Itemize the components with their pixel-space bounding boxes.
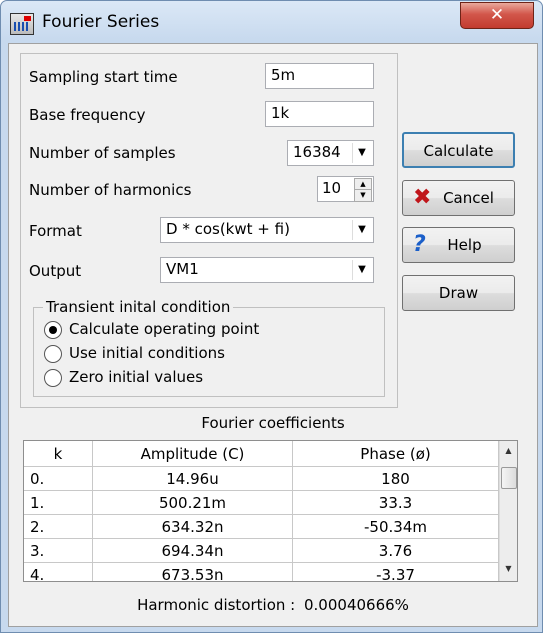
calculate-button[interactable]: Calculate bbox=[402, 132, 515, 168]
fourier-app-icon bbox=[10, 13, 34, 35]
cell-k: 0. bbox=[24, 466, 93, 491]
chevron-down-icon[interactable]: ▼ bbox=[352, 260, 371, 280]
sampling-start-input[interactable]: 5m bbox=[265, 63, 374, 89]
column-header-k: k bbox=[24, 441, 93, 467]
output-label: Output bbox=[29, 262, 82, 280]
harmonic-distortion-label: Harmonic distortion : bbox=[137, 596, 296, 614]
coefficients-table[interactable]: k Amplitude (C) Phase (ø) 0. 14.96u 180 … bbox=[23, 440, 518, 582]
help-button[interactable]: ? Help bbox=[402, 227, 515, 263]
table-row[interactable]: 4. 673.53n -3.37 bbox=[24, 562, 499, 581]
cell-amplitude: 673.53n bbox=[92, 562, 293, 581]
cancel-button[interactable]: ✖ Cancel bbox=[402, 180, 515, 216]
scroll-thumb[interactable] bbox=[501, 467, 517, 489]
number-of-samples-label: Number of samples bbox=[29, 144, 176, 162]
cell-phase: -3.37 bbox=[292, 562, 499, 581]
cell-amplitude: 694.34n bbox=[92, 538, 293, 563]
spin-down-icon[interactable]: ▼ bbox=[354, 189, 372, 202]
transient-condition-legend: Transient inital condition bbox=[43, 298, 234, 316]
cell-k: 1. bbox=[24, 490, 93, 515]
dialog-body: Sampling start time 5m Base frequency 1k… bbox=[8, 43, 538, 627]
cell-k: 3. bbox=[24, 538, 93, 563]
table-row[interactable]: 3. 694.34n 3.76 bbox=[24, 538, 499, 563]
cell-amplitude: 634.32n bbox=[92, 514, 293, 539]
output-value: VM1 bbox=[166, 260, 199, 278]
cell-phase: -50.34m bbox=[292, 514, 499, 539]
table-row[interactable]: 2. 634.32n -50.34m bbox=[24, 514, 499, 539]
cell-k: 2. bbox=[24, 514, 93, 539]
number-of-harmonics-stepper[interactable]: 10 ▲ ▼ bbox=[317, 176, 374, 202]
coefficients-title: Fourier coefficients bbox=[201, 414, 345, 432]
cell-k: 4. bbox=[24, 562, 93, 581]
chevron-down-icon[interactable]: ▼ bbox=[352, 220, 371, 240]
draw-button[interactable]: Draw bbox=[402, 275, 515, 311]
output-select[interactable]: VM1 ▼ bbox=[160, 257, 374, 283]
scroll-up-icon[interactable]: ▲ bbox=[500, 443, 517, 459]
window-title: Fourier Series bbox=[42, 12, 160, 32]
radio-circle bbox=[44, 321, 62, 339]
column-header-amplitude: Amplitude (C) bbox=[92, 441, 293, 467]
number-of-samples-value: 16384 bbox=[293, 143, 341, 161]
cell-phase: 33.3 bbox=[292, 490, 499, 515]
number-of-harmonics-label: Number of harmonics bbox=[29, 181, 192, 199]
column-header-phase: Phase (ø) bbox=[292, 441, 499, 467]
radio-circle bbox=[44, 369, 62, 387]
table-row[interactable]: 0. 14.96u 180 bbox=[24, 466, 499, 491]
radio-circle bbox=[44, 345, 62, 363]
harmonic-distortion: Harmonic distortion : 0.00040666% bbox=[9, 596, 537, 614]
table-row[interactable]: 1. 500.21m 33.3 bbox=[24, 490, 499, 515]
format-value: D * cos(kwt + fi) bbox=[166, 220, 290, 238]
scroll-down-icon[interactable]: ▼ bbox=[500, 561, 517, 577]
transient-condition-group: Transient inital condition Calculate ope… bbox=[33, 298, 385, 397]
settings-panel: Sampling start time 5m Base frequency 1k… bbox=[20, 53, 398, 408]
cell-amplitude: 14.96u bbox=[92, 466, 293, 491]
cell-phase: 3.76 bbox=[292, 538, 499, 563]
table-header-row: k Amplitude (C) Phase (ø) bbox=[24, 441, 499, 467]
cell-amplitude: 500.21m bbox=[92, 490, 293, 515]
chevron-down-icon[interactable]: ▼ bbox=[352, 143, 371, 163]
format-select[interactable]: D * cos(kwt + fi) ▼ bbox=[160, 217, 374, 243]
number-of-harmonics-value: 10 bbox=[322, 179, 342, 197]
close-button[interactable]: ✕ bbox=[460, 2, 534, 29]
title-bar[interactable]: Fourier Series ✕ bbox=[1, 1, 542, 43]
number-of-samples-select[interactable]: 16384 ▼ bbox=[287, 140, 374, 166]
vertical-scrollbar[interactable]: ▲ ▼ bbox=[499, 441, 517, 581]
format-label: Format bbox=[29, 222, 82, 240]
base-frequency-input[interactable]: 1k bbox=[265, 101, 374, 127]
harmonic-distortion-value: 0.00040666% bbox=[304, 596, 409, 614]
fourier-window: Fourier Series ✕ Sampling start time 5m … bbox=[0, 0, 543, 633]
cell-phase: 180 bbox=[292, 466, 499, 491]
base-frequency-label: Base frequency bbox=[29, 106, 146, 124]
sampling-start-label: Sampling start time bbox=[29, 68, 178, 86]
